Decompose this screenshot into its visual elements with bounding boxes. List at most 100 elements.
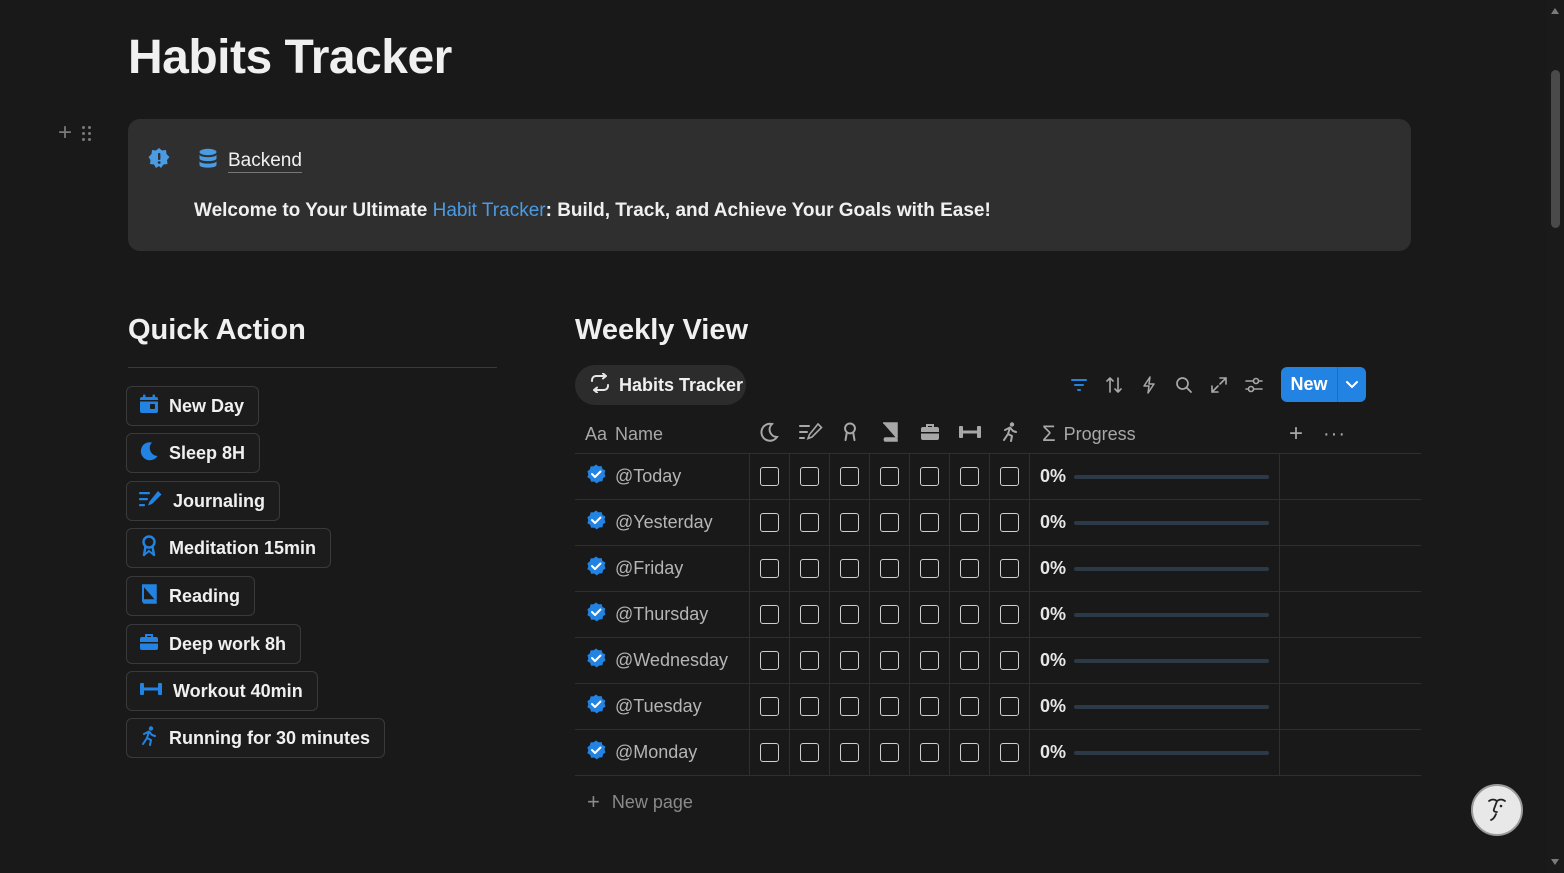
row-name-cell[interactable]: @Thursday [575, 592, 750, 637]
checkbox-deep-work[interactable] [920, 697, 939, 716]
checkbox-sleep[interactable] [760, 513, 779, 532]
sort-icon[interactable] [1103, 372, 1125, 398]
checkbox-workout[interactable] [960, 559, 979, 578]
table-row[interactable]: @Wednesday 0% [575, 638, 1421, 684]
scrollbar-thumb[interactable] [1551, 70, 1560, 228]
automation-bolt-icon[interactable] [1138, 372, 1160, 398]
checkbox-meditation[interactable] [840, 697, 859, 716]
checkbox-deep-work[interactable] [920, 651, 939, 670]
add-column-icon[interactable]: + [1289, 414, 1303, 454]
drag-handle-icon[interactable] [82, 125, 92, 141]
view-tab-habits-tracker[interactable]: Habits Tracker [575, 365, 746, 405]
help-button[interactable] [1471, 784, 1523, 836]
checkbox-sleep[interactable] [760, 605, 779, 624]
block-handle[interactable]: + [58, 121, 92, 145]
row-date-mention[interactable]: @Thursday [615, 604, 708, 625]
column-workout[interactable] [958, 414, 982, 454]
row-name-cell[interactable]: @Wednesday [575, 638, 750, 683]
checkbox-workout[interactable] [960, 651, 979, 670]
row-date-mention[interactable]: @Yesterday [615, 512, 713, 533]
add-block-icon[interactable]: + [58, 121, 72, 145]
checkbox-reading[interactable] [880, 743, 899, 762]
checkbox-running[interactable] [1000, 467, 1019, 486]
expand-icon[interactable] [1208, 372, 1230, 398]
table-row[interactable]: @Tuesday 0% [575, 684, 1421, 730]
row-name-cell[interactable]: @Tuesday [575, 684, 750, 729]
checkbox-workout[interactable] [960, 743, 979, 762]
checkbox-journaling[interactable] [800, 743, 819, 762]
running-button[interactable]: Running for 30 minutes [126, 718, 386, 758]
checkbox-sleep[interactable] [760, 651, 779, 670]
new-day-button[interactable]: New Day [126, 386, 260, 426]
checkbox-sleep[interactable] [760, 467, 779, 486]
table-row[interactable]: @Thursday 0% [575, 592, 1421, 638]
row-name-cell[interactable]: @Monday [575, 730, 750, 775]
new-entry-button[interactable]: New [1281, 367, 1366, 402]
checkbox-running[interactable] [1000, 605, 1019, 624]
scroll-up-arrow-icon[interactable] [1551, 8, 1559, 14]
table-row[interactable]: @Friday 0% [575, 546, 1421, 592]
filter-icon[interactable] [1068, 372, 1090, 398]
checkbox-sleep[interactable] [760, 743, 779, 762]
more-options-icon[interactable]: ··· [1323, 414, 1346, 454]
checkbox-deep-work[interactable] [920, 605, 939, 624]
journaling-button[interactable]: Journaling [126, 481, 281, 521]
row-date-mention[interactable]: @Tuesday [615, 696, 702, 717]
checkbox-meditation[interactable] [840, 467, 859, 486]
row-date-mention[interactable]: @Friday [615, 558, 683, 579]
checkbox-reading[interactable] [880, 651, 899, 670]
checkbox-meditation[interactable] [840, 743, 859, 762]
scroll-down-arrow-icon[interactable] [1551, 859, 1559, 865]
chevron-down-icon[interactable] [1338, 380, 1366, 390]
checkbox-deep-work[interactable] [920, 467, 939, 486]
column-meditation[interactable] [841, 414, 859, 454]
checkbox-reading[interactable] [880, 559, 899, 578]
checkbox-meditation[interactable] [840, 513, 859, 532]
checkbox-running[interactable] [1000, 513, 1019, 532]
checkbox-running[interactable] [1000, 651, 1019, 670]
vertical-scrollbar[interactable] [1546, 0, 1564, 873]
row-name-cell[interactable]: @Friday [575, 546, 750, 591]
settings-sliders-icon[interactable] [1243, 372, 1265, 398]
new-page-button[interactable]: + New page [587, 789, 693, 815]
checkbox-journaling[interactable] [800, 697, 819, 716]
column-name[interactable]: Aa Name [585, 414, 663, 454]
checkbox-journaling[interactable] [800, 467, 819, 486]
search-icon[interactable] [1173, 372, 1195, 398]
reading-button[interactable]: Reading [126, 576, 256, 616]
checkbox-journaling[interactable] [800, 513, 819, 532]
checkbox-workout[interactable] [960, 605, 979, 624]
checkbox-journaling[interactable] [800, 605, 819, 624]
checkbox-journaling[interactable] [800, 559, 819, 578]
checkbox-deep-work[interactable] [920, 743, 939, 762]
column-deep-work[interactable] [920, 414, 940, 454]
meditation-button[interactable]: Meditation 15min [126, 528, 332, 568]
checkbox-meditation[interactable] [840, 651, 859, 670]
checkbox-journaling[interactable] [800, 651, 819, 670]
checkbox-workout[interactable] [960, 513, 979, 532]
row-date-mention[interactable]: @Today [615, 466, 681, 487]
column-progress[interactable]: Σ Progress [1042, 414, 1136, 454]
checkbox-running[interactable] [1000, 697, 1019, 716]
table-row[interactable]: @Yesterday 0% [575, 500, 1421, 546]
checkbox-reading[interactable] [880, 605, 899, 624]
checkbox-deep-work[interactable] [920, 513, 939, 532]
checkbox-meditation[interactable] [840, 559, 859, 578]
checkbox-sleep[interactable] [760, 697, 779, 716]
column-journaling[interactable] [799, 414, 823, 454]
row-name-cell[interactable]: @Yesterday [575, 500, 750, 545]
checkbox-sleep[interactable] [760, 559, 779, 578]
workout-button[interactable]: Workout 40min [126, 671, 318, 711]
checkbox-reading[interactable] [880, 467, 899, 486]
table-row[interactable]: @Today 0% [575, 454, 1421, 500]
checkbox-running[interactable] [1000, 559, 1019, 578]
backend-link[interactable]: Backend [198, 148, 302, 175]
row-name-cell[interactable]: @Today [575, 454, 750, 499]
column-running[interactable] [1000, 414, 1020, 454]
table-row[interactable]: @Monday 0% [575, 730, 1421, 776]
checkbox-reading[interactable] [880, 513, 899, 532]
sleep-8h-button[interactable]: Sleep 8H [126, 433, 261, 473]
row-date-mention[interactable]: @Wednesday [615, 650, 728, 671]
checkbox-deep-work[interactable] [920, 559, 939, 578]
deep-work-button[interactable]: Deep work 8h [126, 624, 302, 664]
